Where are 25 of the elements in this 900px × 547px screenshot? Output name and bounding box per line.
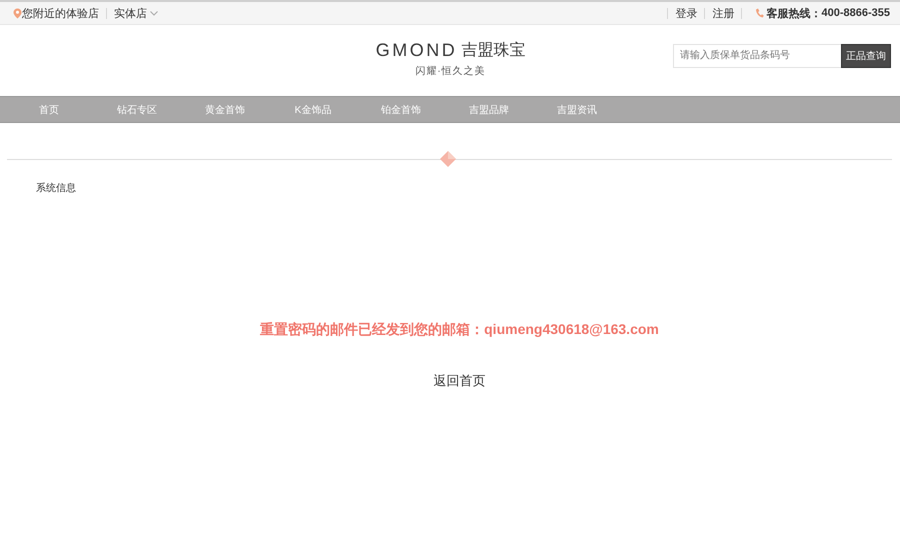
verify-button[interactable]: 正品查询 <box>841 44 891 68</box>
chevron-down-icon <box>150 10 158 16</box>
reset-email-message: 重置密码的邮件已经发到您的邮箱：qiumeng430618@163.com <box>259 321 660 339</box>
nav-link[interactable]: 首页 <box>5 102 93 116</box>
barcode-search-field[interactable]: 请输入质保单货品条码号 <box>673 44 841 68</box>
nav-link[interactable]: 铂金首饰 <box>357 102 445 116</box>
logo-chinese-name: 吉盟珠宝 <box>461 40 526 60</box>
hotline-number: 400-8866-355 <box>821 7 890 19</box>
nav-link[interactable]: 钻石专区 <box>93 102 181 116</box>
diamond-icon <box>440 151 456 167</box>
hotline-label: 客服热线： <box>766 6 822 20</box>
section-title: 系统信息 <box>36 182 77 195</box>
store-dropdown[interactable]: 实体店 <box>114 6 158 20</box>
location-pin-icon <box>13 8 22 18</box>
logo-wordmark: GMOND <box>376 40 458 60</box>
nav-link[interactable]: 吉盟资讯 <box>533 102 621 116</box>
account-link[interactable]: 注册 <box>712 6 734 20</box>
store-locator-link[interactable]: 您附近的体验店 <box>22 6 99 20</box>
back-home-link[interactable]: 返回首页 <box>414 372 486 390</box>
nav-link[interactable]: 黄金首饰 <box>181 102 269 116</box>
slogan: 闪耀·恒久之美 <box>415 64 486 78</box>
nav-link[interactable]: 吉盟品牌 <box>445 102 533 116</box>
nav-link[interactable]: K金饰品 <box>269 102 357 116</box>
account-link[interactable]: 登录 <box>675 6 698 20</box>
phone-icon <box>755 8 764 18</box>
